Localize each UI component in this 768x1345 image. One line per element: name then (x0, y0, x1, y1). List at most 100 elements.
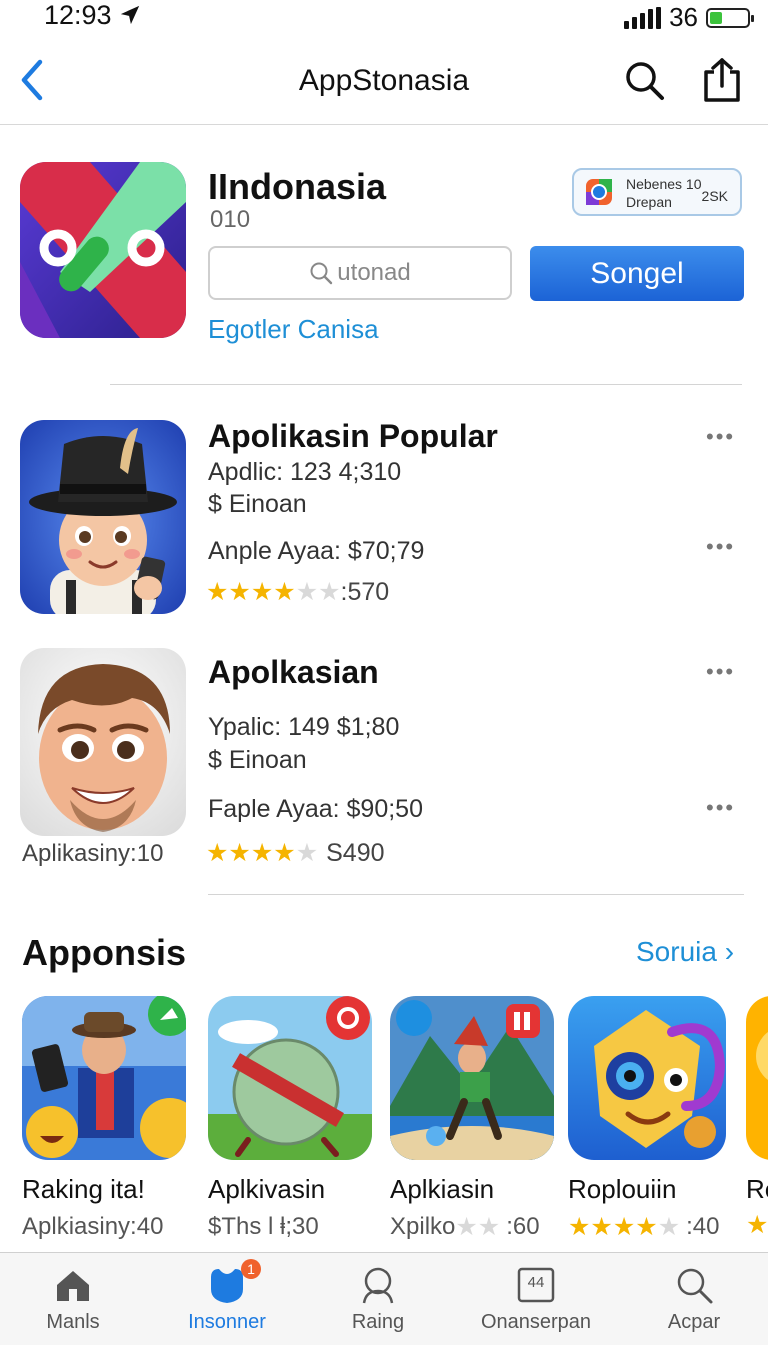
app-icon-popular[interactable] (20, 420, 186, 614)
primary-action-button[interactable]: Songel (530, 246, 744, 301)
app-card-sub-rating: :60 (506, 1213, 540, 1240)
tab-label: Insonner (188, 1311, 266, 1333)
divider (110, 384, 742, 385)
app-card[interactable]: Aplkivasin $Ths l ⱡ;30 (208, 996, 372, 1241)
app-store-line: Anple Ayaa: $70;79 (208, 537, 425, 565)
rating-stars: ★ ★ ★ ★ ★ S490 (206, 839, 385, 868)
see-all-link[interactable]: Soruia › (636, 936, 734, 968)
app-card[interactable]: Aplkiasin Xpilko ★ ★ :60 (390, 996, 554, 1241)
star-icon: ★ (612, 1212, 636, 1241)
app-card-sub: $Ths l ⱡ;30 (208, 1213, 319, 1240)
tab-ratings[interactable]: Raing (308, 1253, 448, 1345)
more-options-icon[interactable]: ••• (706, 424, 735, 450)
star-icon: ★ (455, 1212, 478, 1241)
divider (208, 894, 744, 895)
app-meta-line: Apdlic: 123 4;310 (208, 458, 402, 486)
tab-calendar[interactable]: 44 Onanserpan (466, 1253, 606, 1345)
star-icon: ★ (295, 839, 319, 867)
app-card-name: Raking ita! (22, 1174, 145, 1204)
app-card-sub-rating: :40 (686, 1213, 720, 1240)
app-card-sub: Xpilko ★ ★ :60 (390, 1213, 554, 1241)
star-icon: ★ (590, 1212, 613, 1241)
tab-badge: 1 (241, 1259, 261, 1279)
tab-apps[interactable]: 1 Insonner (157, 1253, 297, 1345)
tab-bar: Manls 1 Insonner Raing 44 Onanserpan Acp… (0, 1252, 768, 1345)
app-card-name: Re (746, 1174, 768, 1204)
star-icon: ★ (477, 1212, 501, 1241)
section-title: Apponsis (22, 932, 187, 973)
more-options-icon[interactable]: ••• (706, 534, 735, 560)
featured-app-icon[interactable] (20, 162, 186, 338)
star-icon: ★ (273, 578, 296, 606)
more-options-icon[interactable]: ••• (706, 659, 735, 685)
star-icon: ★ (250, 578, 274, 606)
featured-app-link[interactable]: Egotler Canisa (208, 314, 379, 345)
tab-label: Raing (351, 1311, 405, 1333)
badge-logo-icon (586, 179, 612, 205)
app-meta-line: Ypalic: 149 $1;80 (208, 713, 400, 741)
promo-badge[interactable]: Nebenes 10 Drepan 2SK (572, 168, 742, 216)
star-icon: ★ (228, 578, 251, 606)
badge-count: 2SK (701, 188, 728, 204)
share-icon[interactable] (700, 56, 744, 104)
star-icon: ★ (206, 839, 229, 867)
status-time: 12:93 (44, 0, 141, 31)
star-icon: ★ (635, 1212, 658, 1241)
app-card-sub: Aplkiasiny:40 (22, 1213, 164, 1240)
rating-text: :570 (340, 578, 390, 606)
tab-label: Onanserpan (480, 1311, 592, 1333)
app-title[interactable]: Apolkasian (208, 654, 379, 691)
app-card-icon (22, 996, 186, 1160)
app-card-sub: ★ (746, 1213, 768, 1238)
app-card-name: Roplouiin (568, 1174, 677, 1204)
app-card[interactable]: Raking ita! Aplkiasiny:40 (22, 996, 186, 1241)
calendar-icon-text: 44 (527, 1274, 545, 1291)
app-card-partial[interactable]: Re ★ (746, 996, 768, 1238)
star-icon: ★ (206, 578, 229, 606)
search-icon (677, 1268, 713, 1304)
tab-home[interactable]: Manls (3, 1253, 143, 1345)
app-card-name: Aplkiasin (390, 1174, 495, 1204)
app-card-icon (208, 996, 372, 1160)
app-icon-avatar[interactable] (20, 648, 186, 836)
search-icon[interactable] (622, 58, 666, 102)
tab-search[interactable]: Acpar (624, 1253, 764, 1345)
app-store-line: Faple Ayaa: $90;50 (208, 795, 423, 823)
badge-line-2: Drepan (626, 194, 672, 210)
star-icon: ★ (568, 1212, 591, 1241)
app-price-line: $ Einoan (208, 746, 307, 774)
navigation-bar: AppStonasia (0, 42, 768, 125)
app-card-icon (746, 996, 768, 1160)
signal-text: 36 (669, 2, 698, 32)
app-card-icon (568, 996, 726, 1160)
app-card[interactable]: Roplouiin ★ ★ ★ ★ ★ :40 (568, 996, 732, 1241)
search-placeholder: utonad (337, 259, 411, 286)
star-icon: ★ (228, 839, 251, 867)
app-card-sub-text: Xpilko (390, 1213, 456, 1240)
tab-label: Manls (46, 1311, 100, 1333)
app-card-name: Aplkivasin (208, 1174, 326, 1204)
app-card-icon (390, 996, 554, 1160)
star-icon: ★ (295, 578, 319, 606)
search-input[interactable]: utonad (208, 246, 512, 300)
rating-stars: ★ ★ ★ ★ ★ ★ :570 (206, 578, 389, 607)
featured-app-title: IIndonasia (208, 166, 387, 207)
rating-text: S490 (326, 839, 385, 867)
star-icon: ★ (273, 839, 296, 867)
featured-app-subtitle: 010 (210, 206, 251, 233)
more-options-icon[interactable]: ••• (706, 795, 735, 821)
location-arrow-icon (120, 5, 140, 25)
badge-line-1: Nebenes 10 (626, 176, 702, 192)
person-icon (362, 1267, 394, 1304)
star-icon: ★ (657, 1212, 681, 1241)
star-icon: ★ (250, 839, 274, 867)
app-price-line: $ Einoan (208, 490, 307, 518)
star-icon: ★ (746, 1211, 768, 1238)
app-title[interactable]: Apolikasin Popular (208, 418, 498, 455)
app-icon-caption: Aplikasiny:10 (22, 840, 164, 867)
home-icon (57, 1271, 89, 1301)
battery-icon (706, 7, 754, 28)
tab-label: Acpar (667, 1311, 721, 1333)
star-icon: ★ (318, 578, 341, 606)
status-bar: 12:93 36 (0, 0, 768, 40)
